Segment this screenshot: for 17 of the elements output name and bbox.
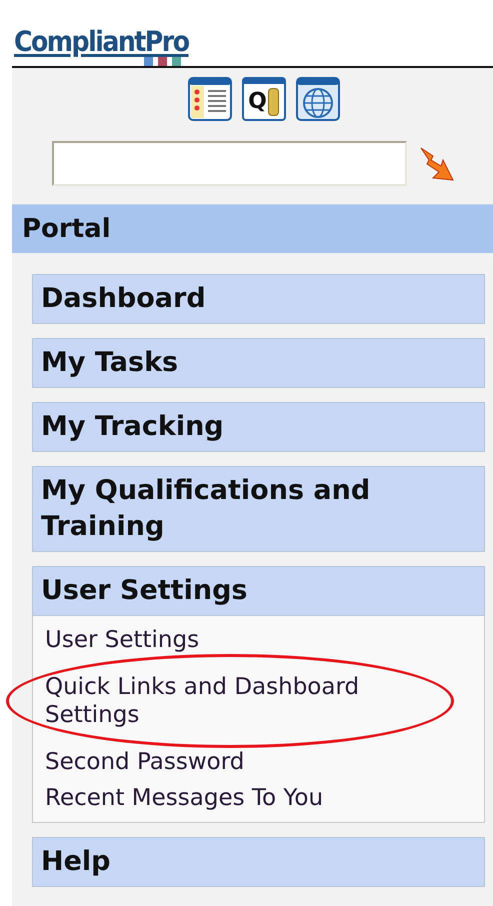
menu-link[interactable]: Quick Links and Dashboard Settings xyxy=(6,654,454,748)
section-header[interactable]: Help xyxy=(32,837,485,887)
section-header[interactable]: My Tracking xyxy=(32,402,485,452)
menu-link[interactable]: Recent Messages To You xyxy=(45,784,324,812)
menu-link[interactable]: User Settings xyxy=(45,626,200,654)
portal-header[interactable]: Portal xyxy=(12,204,493,253)
list-icon[interactable] xyxy=(188,77,232,121)
search-field[interactable] xyxy=(52,141,407,186)
query-icon[interactable]: Q xyxy=(242,77,286,121)
menu-link[interactable]: Second Password xyxy=(45,748,244,776)
section-header[interactable]: My Tasks xyxy=(32,338,485,388)
section-header[interactable]: My Qualifications and Training xyxy=(32,466,485,552)
logo: CompliantPro xyxy=(14,25,188,66)
section-header[interactable]: Dashboard xyxy=(32,274,485,324)
arrow-icon[interactable] xyxy=(419,146,455,182)
section-header[interactable]: User Settings xyxy=(32,566,485,616)
globe-icon[interactable] xyxy=(296,77,340,121)
